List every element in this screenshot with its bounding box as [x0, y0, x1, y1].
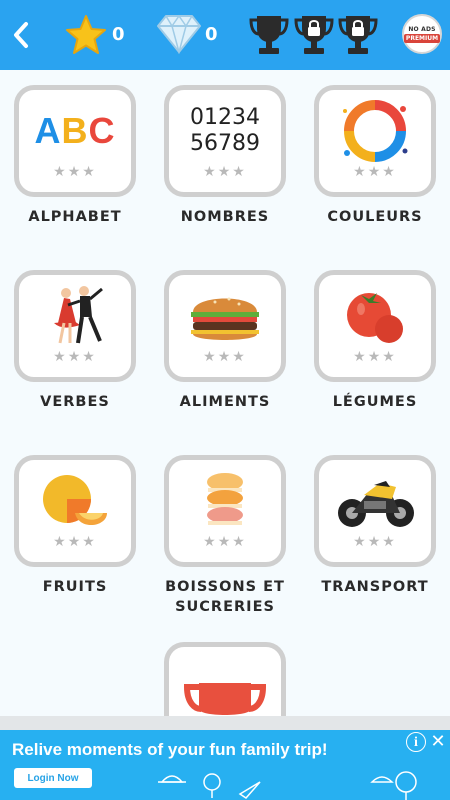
trophy-icon[interactable] — [249, 12, 289, 58]
category-card[interactable]: 01234 56789 ★★★ — [164, 85, 286, 197]
burger-icon — [181, 283, 269, 349]
star-rating: ★★★ — [203, 534, 247, 550]
star-rating: ★★★ — [53, 349, 97, 365]
category-card[interactable]: ★★★ — [314, 455, 436, 567]
no-ads-label: NO ADS — [408, 25, 436, 33]
stars-count: 0 — [112, 24, 125, 45]
category-label: NOMBRES — [180, 209, 270, 225]
star-rating: ★★★ — [53, 164, 97, 180]
abc-letters-icon: ABC — [34, 110, 116, 151]
ad-close-icon[interactable]: ✕ — [428, 732, 448, 752]
category-tile-couleurs[interactable]: ★★★ COULEURS — [314, 85, 436, 227]
category-label: TRANSPORT — [321, 579, 429, 595]
category-label: BOISSONS ET SUCRERIES — [165, 579, 285, 615]
category-tile-aliments[interactable]: ★★★ ALIMENTS — [164, 270, 286, 412]
ad-headline: Relive moments of your fun family trip! — [12, 740, 328, 759]
paint-splash-icon — [331, 98, 419, 164]
category-label: FRUITS — [42, 579, 108, 595]
category-tile-verbes[interactable]: ★★★ VERBES — [14, 270, 136, 412]
category-card[interactable]: ★★★ — [14, 270, 136, 382]
top-bar: 0 0 NO ADS PREMIUM — [0, 0, 450, 70]
star-rating: ★★★ — [53, 534, 97, 550]
back-button[interactable] — [8, 18, 34, 52]
category-label: VERBES — [40, 394, 110, 410]
category-tile-boissons-et-sucreries[interactable]: ★★★ BOISSONS ET SUCRERIES — [164, 455, 286, 617]
category-tile-transport[interactable]: ★★★ TRANSPORT — [314, 455, 436, 597]
ad-info-icon[interactable]: i — [406, 732, 426, 752]
category-card[interactable]: ★★★ — [164, 455, 286, 567]
category-card[interactable]: ★★★ — [164, 270, 286, 382]
locked-trophy-icon[interactable] — [294, 12, 334, 58]
ad-login-button[interactable]: Login Now — [14, 768, 92, 788]
motorcycle-icon — [331, 468, 419, 534]
category-tile-nombres[interactable]: 01234 56789 ★★★ NOMBRES — [164, 85, 286, 227]
ad-banner[interactable]: Relive moments of your fun family trip! … — [0, 730, 450, 800]
star-rating: ★★★ — [353, 164, 397, 180]
category-label: ALIMENTS — [179, 394, 271, 410]
premium-label: PREMIUM — [403, 33, 441, 43]
category-tile-alphabet[interactable]: ABC ★★★ ALPHABET — [14, 85, 136, 227]
locked-trophy-icon[interactable] — [338, 12, 378, 58]
category-card[interactable]: ★★★ — [14, 455, 136, 567]
dancers-icon — [31, 283, 119, 349]
category-card[interactable]: ABC ★★★ — [14, 85, 136, 197]
category-tile-fruits[interactable]: ★★★ FRUITS — [14, 455, 136, 597]
category-card[interactable]: ★★★ — [314, 85, 436, 197]
category-label: ALPHABET — [28, 209, 122, 225]
category-label: LÉGUMES — [332, 394, 418, 410]
tomato-icon — [331, 283, 419, 349]
star-rating: ★★★ — [353, 534, 397, 550]
melon-icon — [31, 468, 119, 534]
star-rating: ★★★ — [353, 349, 397, 365]
star-rating: ★★★ — [203, 349, 247, 365]
no-ads-premium-button[interactable]: NO ADS PREMIUM — [402, 14, 442, 54]
star-rating: ★★★ — [203, 164, 247, 180]
diamond-icon — [156, 12, 202, 55]
red-trophy-icon — [183, 683, 267, 715]
ad-doodle-icons — [158, 771, 417, 800]
divider-strip — [0, 716, 450, 730]
category-label: COULEURS — [327, 209, 423, 225]
digits-icon: 01234 56789 — [190, 105, 260, 156]
chevron-left-icon — [14, 22, 28, 48]
star-icon — [64, 14, 108, 56]
macaron-icon — [181, 468, 269, 534]
trophy-category-tile[interactable] — [164, 642, 286, 716]
category-tile-legumes[interactable]: ★★★ LÉGUMES — [314, 270, 436, 412]
gems-count: 0 — [205, 24, 218, 45]
category-card[interactable]: ★★★ — [314, 270, 436, 382]
